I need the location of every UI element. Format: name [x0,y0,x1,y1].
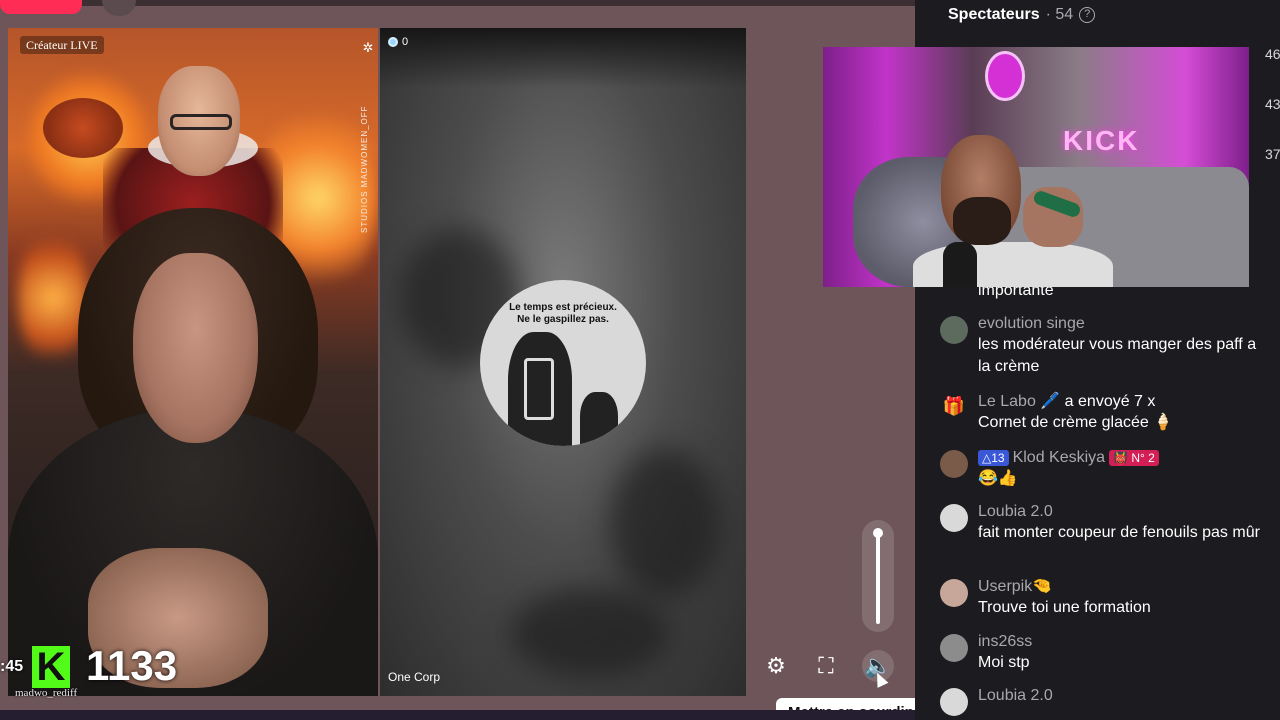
chat-message-body: Userpik🤏 Trouve toi une formation [978,577,1270,619]
volume-slider-fill [876,532,880,624]
spectators-header[interactable]: Spectateurs · 54 ? [948,6,1096,24]
streamer-face [133,253,258,443]
room-label: One Corp [388,670,441,684]
chat-message-text: 😂👍 [978,470,1018,487]
chat-message-body: Loubia 2.0 [978,686,1270,716]
spectator-value: 37 [1265,146,1280,162]
chat-message-text: Trouve toi une formation [978,599,1151,616]
chat-message[interactable]: Loubia 2.0 [940,686,1270,716]
chat-username[interactable]: Le Labo [978,393,1036,410]
child-silhouette [580,392,618,446]
chat-message-text: Cornet de crème glacée 🍦 [978,414,1174,431]
chat-message[interactable]: evolution singe les modérateur vous mang… [940,314,1270,378]
chat-message[interactable]: Loubia 2.0 fait monter coupeur de fenoui… [940,502,1270,544]
avatar[interactable] [940,316,968,344]
chat-username[interactable]: Loubia 2.0 [978,502,1270,522]
blurred-background [510,588,670,678]
settings-gear-icon[interactable]: ⚙ [760,650,792,682]
chat-message-text: Moi stp [978,654,1030,671]
kick-logo-icon: K [32,646,70,688]
chat-message-body: △13 Klod Keskiya 👹 N° 2 😂👍 [978,448,1270,490]
chat-username-line: △13 Klod Keskiya 👹 N° 2 [978,448,1270,468]
channel-logo-icon [985,51,1025,101]
chat-gift-message[interactable]: 🎁 Le Labo 🖊️ a envoyé 7 x Cornet de crèm… [940,392,1270,434]
viewer-icon [388,37,398,47]
hourglass-icon [524,358,554,420]
avatar[interactable] [940,504,968,532]
bottom-taskbar [0,710,915,720]
volume-slider-knob[interactable] [873,528,883,538]
chat-message-body: Le Labo 🖊️ a envoyé 7 x Cornet de crème … [978,392,1270,434]
kick-counter-overlay: :45 K 1133 madwo_rediff [0,640,200,699]
gift-icon: 🎁 [942,396,966,416]
live-indicator-pill[interactable] [0,0,82,14]
chat-username[interactable]: Userpik [978,578,1032,595]
creator-live-badge: Créateur LIVE [20,36,104,54]
streamer-beard [953,197,1011,245]
chat-message[interactable]: ins26ss Moi stp [940,632,1270,674]
top-gradient [380,28,746,88]
pen-emoji: 🖊️ [1040,393,1061,410]
avatar-caption-line1: Le temps est précieux. [509,302,617,313]
chat-message-body: evolution singe les modérateur vous mang… [978,314,1270,378]
spectators-title: Spectateurs [948,6,1040,23]
chat-username[interactable]: Klod Keskiya [1013,449,1106,466]
counter-username: madwo_rediff [15,687,78,699]
time-fragment: :45 [0,658,24,675]
brand-star-icon: ✲ [362,40,374,55]
help-icon[interactable]: ? [1079,7,1096,23]
chat-username[interactable]: evolution singe [978,314,1270,334]
avatar[interactable] [940,634,968,662]
viewer-count: 0 [402,36,409,48]
viewer-count-chip: 0 [388,36,408,48]
glasses-illustration [170,114,232,130]
chat-message-body: Loubia 2.0 fait monter coupeur de fenoui… [978,502,1270,544]
avatar[interactable] [940,688,968,716]
avatar-caption-line2: Ne le gaspillez pas. [517,314,609,325]
chat-username[interactable]: ins26ss [978,632,1270,652]
blurred-background [610,448,720,598]
spectator-values: 46 43 37 [1265,46,1280,196]
avatar[interactable] [940,450,968,478]
profile-avatar: Le temps est précieux. Ne le gaspillez p… [480,280,646,446]
avatar[interactable] [940,579,968,607]
pinch-emoji: 🤏 [1032,578,1053,595]
chat-message-text: les modérateur vous manger des paff a la… [978,336,1257,375]
video-stage: Créateur LIVE ✲ STUDIOS MADWOMEN_OFF :45… [0,28,915,699]
spectator-value: 46 [1265,46,1280,62]
neon-sign: KICK [1063,125,1140,156]
top-tab[interactable] [102,0,136,16]
chat-message[interactable]: △13 Klod Keskiya 👹 N° 2 😂👍 [940,448,1270,490]
chat-message-body: ins26ss Moi stp [978,632,1270,674]
chat-message-text: fait monter coupeur de fenouils pas mûr [978,524,1260,541]
rank-badge: 👹 N° 2 [1109,449,1159,466]
chat-gift-line: Le Labo 🖊️ a envoyé 7 x [978,392,1270,412]
side-brand-text: STUDIOS MADWOMEN_OFF [360,105,369,233]
chat-message[interactable]: Userpik🤏 Trouve toi une formation [940,577,1270,619]
chat-username-line: Userpik🤏 [978,577,1270,597]
chat-username[interactable]: Loubia 2.0 [978,686,1270,706]
counter-value: 1133 [86,642,178,689]
middle-video-feed[interactable]: 0 Le temps est précieux. Ne le gaspillez… [380,28,746,696]
spectator-value: 43 [1265,96,1280,112]
microphone-icon [943,242,977,287]
sub-badge: △13 [978,449,1009,466]
gift-action: a envoyé 7 x [1064,393,1156,410]
fullscreen-icon[interactable]: ⛶ [810,650,842,682]
spectators-count: · 54 [1045,6,1074,23]
left-video-feed[interactable]: Créateur LIVE ✲ STUDIOS MADWOMEN_OFF [8,28,378,696]
picture-in-picture-video[interactable]: KICK [823,47,1249,287]
